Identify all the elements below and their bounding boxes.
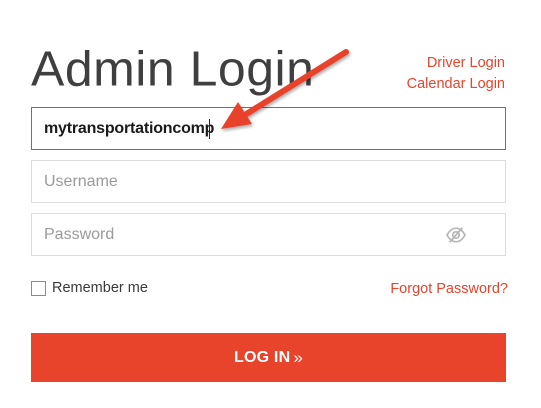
page-title: Admin Login [31,41,315,97]
login-button[interactable]: LOG IN » [31,333,506,382]
admin-login-page: Admin Login Driver Login Calendar Login … [0,0,541,408]
forgot-password-link[interactable]: Forgot Password? [390,281,508,297]
password-field[interactable] [31,213,506,256]
eye-slash-icon[interactable] [445,226,467,244]
remember-me-checkbox[interactable] [31,280,46,296]
calendar-login-link[interactable]: Calendar Login [407,74,505,95]
company-field[interactable] [31,107,506,150]
alternate-login-links: Driver Login Calendar Login [407,53,505,95]
double-chevron-right-icon: » [293,347,303,367]
company-input[interactable] [32,108,505,149]
driver-login-link[interactable]: Driver Login [407,53,505,74]
text-caret [209,119,210,139]
username-field[interactable] [31,160,506,203]
remember-me[interactable]: Remember me [31,280,148,296]
username-input[interactable] [32,161,505,202]
password-input[interactable] [32,214,505,255]
remember-me-label: Remember me [52,280,148,296]
login-button-label: LOG IN [234,348,291,366]
